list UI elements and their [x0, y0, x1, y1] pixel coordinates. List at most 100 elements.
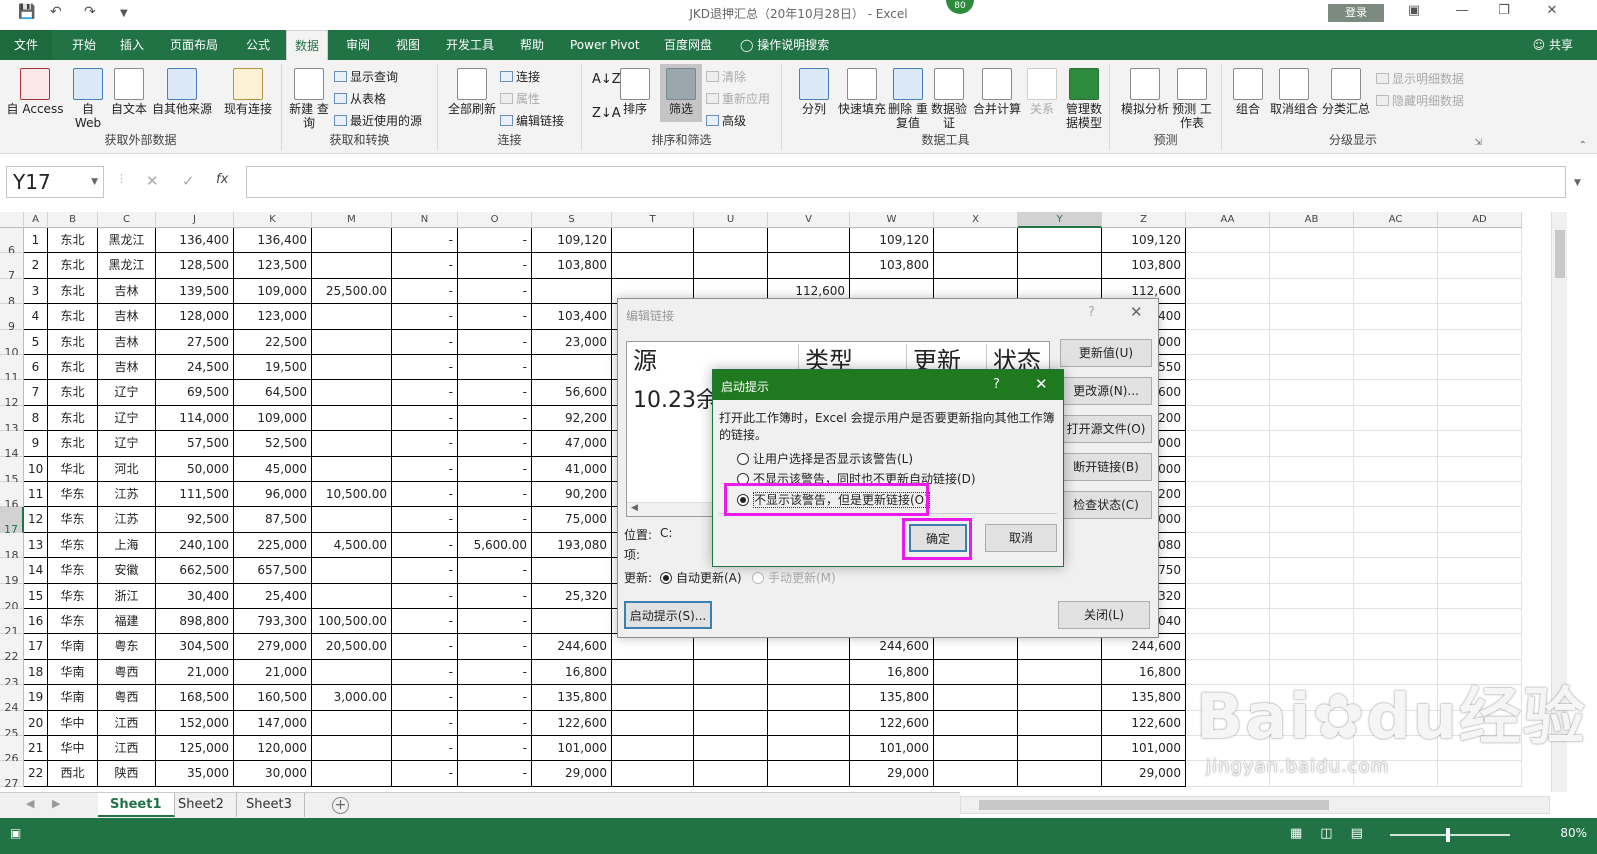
cell-ac14[interactable] [1354, 431, 1438, 457]
cell-a14[interactable]: 9 [24, 431, 48, 457]
cell-a11[interactable]: 6 [24, 355, 48, 381]
cell-a7[interactable]: 2 [24, 253, 48, 279]
cell-j26[interactable]: 125,000 [156, 736, 234, 762]
cell-ab13[interactable] [1270, 405, 1354, 432]
cell-k20[interactable]: 25,400 [234, 583, 312, 609]
row-header[interactable]: 20 [0, 583, 24, 613]
cell-ab21[interactable] [1270, 609, 1354, 635]
cell-j6[interactable]: 136,400 [156, 228, 234, 254]
cell-b24[interactable]: 华南 [48, 685, 98, 711]
group-button[interactable]: 组合 [1228, 64, 1268, 116]
tab-formulas[interactable]: 公式 [238, 30, 278, 60]
cell-m27[interactable] [312, 761, 392, 787]
cell-s27[interactable]: 29,000 [532, 761, 612, 787]
cell-b20[interactable]: 华东 [48, 583, 98, 609]
cell-ac22[interactable] [1354, 634, 1438, 660]
cell-u6[interactable] [694, 228, 768, 254]
cell-ac19[interactable] [1354, 558, 1438, 584]
row-header[interactable]: 8 [0, 278, 24, 308]
cell-n12[interactable]: - [392, 380, 458, 406]
remove-duplicates-button[interactable]: 删除 重复值 [888, 64, 928, 130]
cell-m15[interactable] [312, 456, 392, 482]
row-header[interactable]: 12 [0, 380, 24, 409]
cell-ab15[interactable] [1270, 456, 1354, 482]
cell-n9[interactable]: - [392, 304, 458, 330]
cell-t26[interactable] [612, 736, 694, 762]
row-header[interactable]: 21 [0, 609, 24, 638]
cell-m19[interactable] [312, 558, 392, 584]
cell-s11[interactable] [532, 355, 612, 381]
relationships-button[interactable]: 关系 [1024, 64, 1060, 116]
cell-aa6[interactable] [1186, 228, 1270, 254]
cell-n20[interactable]: - [392, 583, 458, 609]
cell-ad22[interactable] [1438, 634, 1522, 660]
cell-u23[interactable] [694, 659, 768, 686]
cell-j9[interactable]: 128,000 [156, 304, 234, 330]
cell-w7[interactable]: 103,800 [850, 253, 934, 279]
cell-ac8[interactable] [1354, 278, 1438, 305]
macro-record-icon[interactable]: ▣ [10, 826, 21, 840]
cell-k10[interactable]: 22,500 [234, 329, 312, 355]
column-header-a[interactable]: A [24, 212, 48, 228]
cell-o16[interactable]: - [458, 482, 532, 508]
cell-u7[interactable] [694, 253, 768, 279]
option-let-user-choose[interactable]: 让用户选择是否显示该警告(L) [737, 450, 913, 467]
cell-j21[interactable]: 898,800 [156, 609, 234, 635]
cell-ad16[interactable] [1438, 482, 1522, 508]
cell-b17[interactable]: 华东 [48, 507, 98, 533]
minimize-icon[interactable]: — [1452, 3, 1472, 18]
cell-u25[interactable] [694, 710, 768, 736]
row-header[interactable]: 14 [0, 431, 24, 460]
cell-ad10[interactable] [1438, 329, 1522, 355]
login-button[interactable]: 登录 [1328, 4, 1384, 22]
cell-s8[interactable] [532, 278, 612, 305]
cell-n6[interactable]: - [392, 228, 458, 254]
cell-j15[interactable]: 50,000 [156, 456, 234, 482]
cell-z7[interactable]: 103,800 [1102, 253, 1186, 279]
column-header-o[interactable]: O [458, 212, 532, 228]
cell-c19[interactable]: 安徽 [98, 558, 156, 584]
cell-n27[interactable]: - [392, 761, 458, 787]
cell-ac7[interactable] [1354, 253, 1438, 279]
insert-function-icon[interactable]: fx [216, 172, 228, 187]
cell-a8[interactable]: 3 [24, 278, 48, 305]
row-header[interactable]: 25 [0, 710, 24, 740]
cell-ad14[interactable] [1438, 431, 1522, 457]
cell-w26[interactable]: 101,000 [850, 736, 934, 762]
cell-c18[interactable]: 上海 [98, 532, 156, 559]
row-header[interactable]: 11 [0, 355, 24, 384]
cell-m13[interactable] [312, 405, 392, 432]
cell-w27[interactable]: 29,000 [850, 761, 934, 787]
cell-k21[interactable]: 793,300 [234, 609, 312, 635]
cell-ad19[interactable] [1438, 558, 1522, 584]
confirm-entry-icon[interactable]: ✓ [182, 172, 195, 190]
cell-o7[interactable]: - [458, 253, 532, 279]
flash-fill-button[interactable]: 快速填充 [834, 64, 890, 116]
cell-a25[interactable]: 20 [24, 710, 48, 736]
cell-ad12[interactable] [1438, 380, 1522, 406]
cell-b18[interactable]: 华东 [48, 532, 98, 559]
cell-m20[interactable] [312, 583, 392, 609]
cell-s6[interactable]: 109,120 [532, 228, 612, 254]
cell-z26[interactable]: 101,000 [1102, 736, 1186, 762]
cell-v23[interactable] [768, 659, 850, 686]
cell-s9[interactable]: 103,400 [532, 304, 612, 330]
cell-c25[interactable]: 江西 [98, 710, 156, 736]
hide-detail-button[interactable]: 隐藏明细数据 [1376, 92, 1464, 109]
cell-u24[interactable] [694, 685, 768, 711]
cell-m10[interactable] [312, 329, 392, 355]
cell-k17[interactable]: 87,500 [234, 507, 312, 533]
column-header-v[interactable]: V [768, 212, 850, 228]
cell-c6[interactable]: 黑龙江 [98, 228, 156, 254]
cell-j20[interactable]: 30,400 [156, 583, 234, 609]
from-other-sources-button[interactable]: 自其他来源 [150, 64, 214, 116]
cell-a21[interactable]: 16 [24, 609, 48, 635]
cell-x22[interactable] [934, 634, 1018, 660]
cell-y22[interactable] [1018, 634, 1102, 660]
cell-x25[interactable] [934, 710, 1018, 736]
collapse-ribbon-icon[interactable]: ⌃ [1579, 140, 1587, 151]
cell-m26[interactable] [312, 736, 392, 762]
cell-y23[interactable] [1018, 659, 1102, 686]
cell-j10[interactable]: 27,500 [156, 329, 234, 355]
cell-n19[interactable]: - [392, 558, 458, 584]
